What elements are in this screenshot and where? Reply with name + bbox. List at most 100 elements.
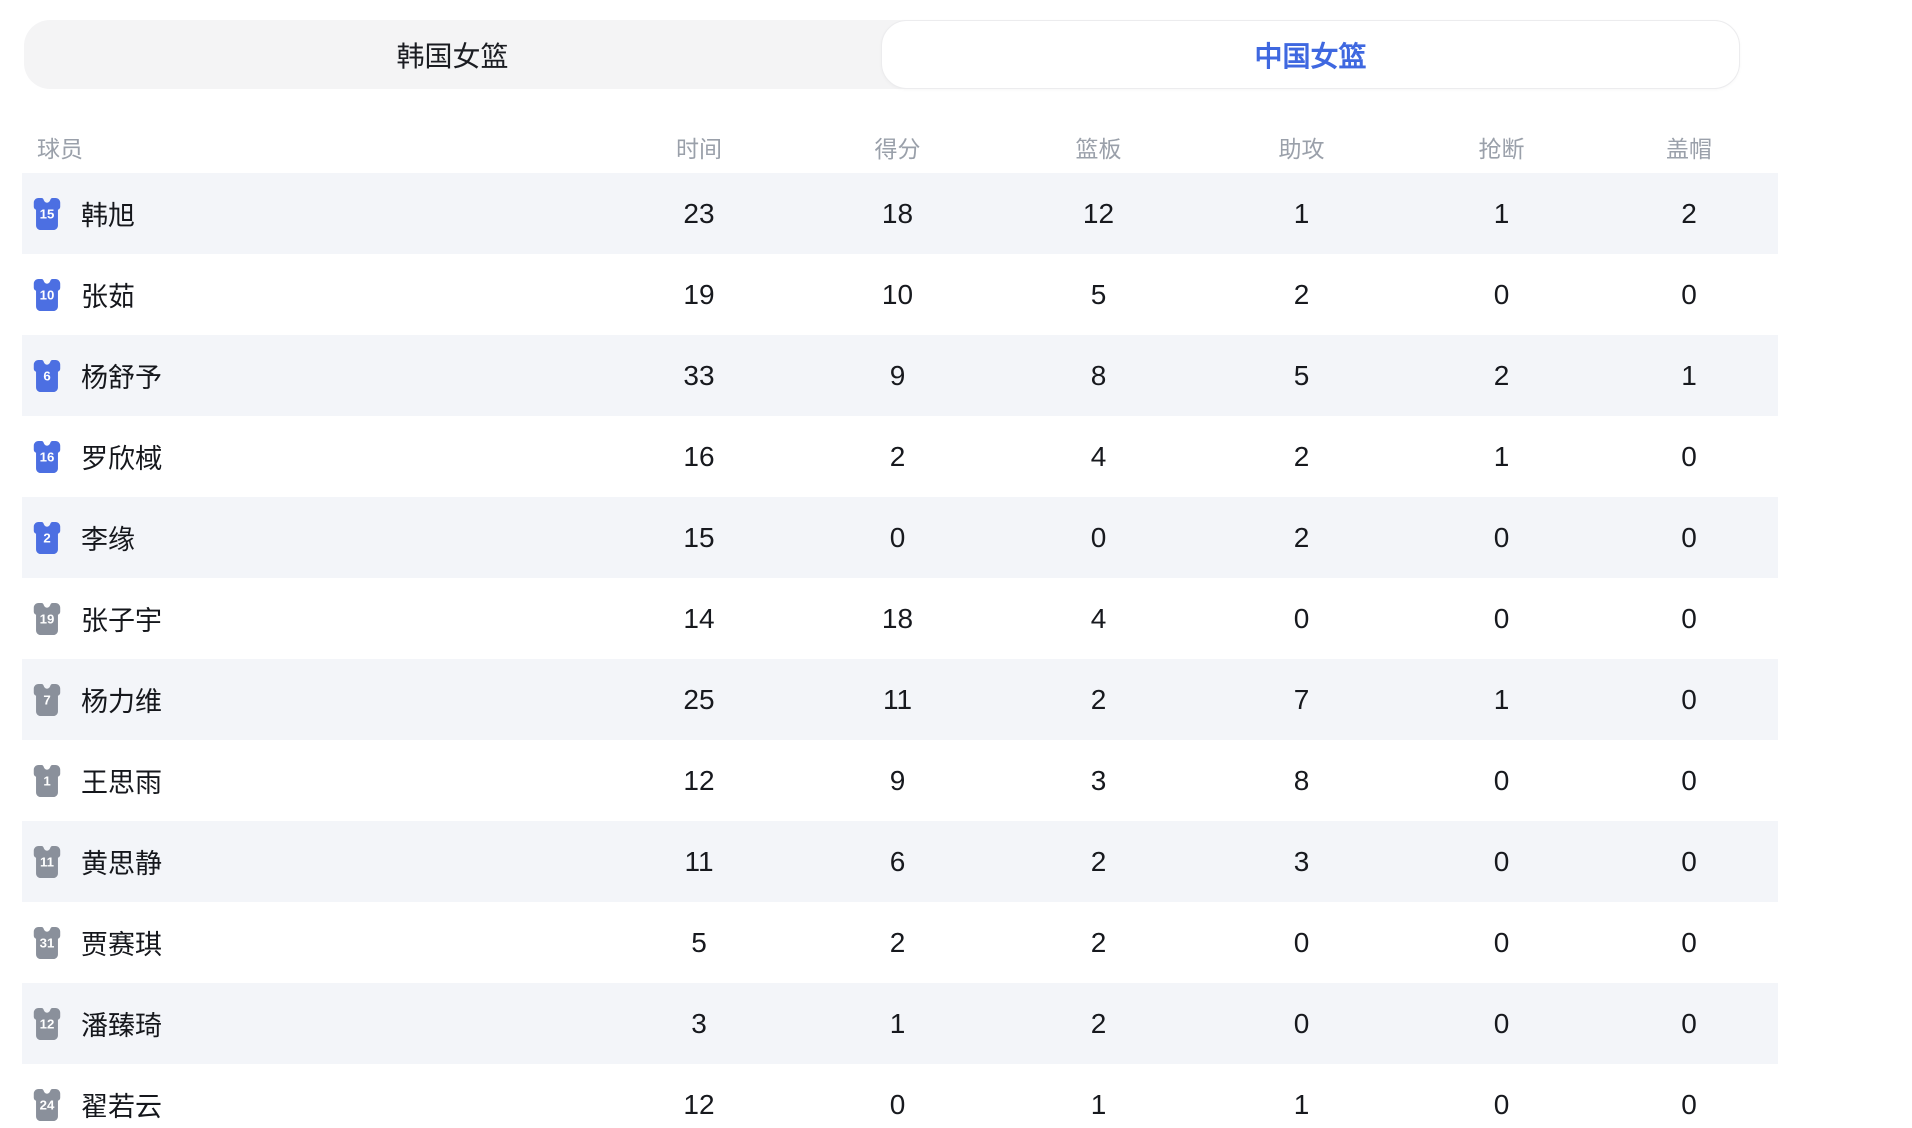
column-header-blocks: 盖帽	[1600, 130, 1778, 164]
stat-rebounds: 0	[997, 522, 1200, 554]
table-row[interactable]: 24 翟若云 12 0 1 1 0 0	[22, 1064, 1778, 1128]
stat-points: 1	[798, 1008, 997, 1040]
stat-rebounds: 4	[997, 603, 1200, 635]
svg-text:16: 16	[40, 449, 55, 464]
stat-points: 0	[798, 522, 997, 554]
stat-rebounds: 4	[997, 441, 1200, 473]
stat-assists: 2	[1200, 522, 1403, 554]
player-name: 韩旭	[81, 194, 135, 233]
stat-assists: 1	[1200, 1089, 1403, 1121]
stat-points: 10	[798, 279, 997, 311]
player-cell: 16 罗欣棫	[22, 437, 600, 476]
stat-steals: 1	[1403, 198, 1600, 230]
stat-assists: 7	[1200, 684, 1403, 716]
column-header-rebounds: 篮板	[997, 130, 1200, 164]
stat-rebounds: 2	[997, 684, 1200, 716]
jersey-number-badge-icon: 15	[30, 196, 64, 232]
stat-minutes: 19	[600, 279, 798, 311]
stat-steals: 0	[1403, 603, 1600, 635]
table-row[interactable]: 12 潘臻琦 3 1 2 0 0 0	[22, 983, 1778, 1064]
stat-points: 9	[798, 360, 997, 392]
stat-rebounds: 2	[997, 1008, 1200, 1040]
table-row[interactable]: 1 王思雨 12 9 3 8 0 0	[22, 740, 1778, 821]
player-name: 王思雨	[81, 761, 162, 800]
jersey-number-badge-icon: 12	[30, 1006, 64, 1042]
team-tab-switcher: 韩国女篮 中国女篮	[24, 20, 1740, 89]
table-row[interactable]: 6 杨舒予 33 9 8 5 2 1	[22, 335, 1778, 416]
stat-steals: 0	[1403, 1089, 1600, 1121]
stat-minutes: 14	[600, 603, 798, 635]
table-row[interactable]: 11 黄思静 11 6 2 3 0 0	[22, 821, 1778, 902]
table-row[interactable]: 10 张茹 19 10 5 2 0 0	[22, 254, 1778, 335]
stat-points: 2	[798, 927, 997, 959]
table-row[interactable]: 16 罗欣棫 16 2 4 2 1 0	[22, 416, 1778, 497]
tab-korea-women[interactable]: 韩国女篮	[24, 20, 881, 89]
stat-blocks: 0	[1600, 765, 1778, 797]
player-name: 杨舒予	[81, 356, 162, 395]
player-name: 杨力维	[81, 680, 162, 719]
player-cell: 31 贾赛琪	[22, 923, 600, 962]
stat-steals: 0	[1403, 522, 1600, 554]
stat-minutes: 33	[600, 360, 798, 392]
jersey-number-badge-icon: 2	[30, 520, 64, 556]
player-name: 罗欣棫	[81, 437, 162, 476]
stat-blocks: 0	[1600, 927, 1778, 959]
table-row[interactable]: 2 李缘 15 0 0 2 0 0	[22, 497, 1778, 578]
table-row[interactable]: 19 张子宇 14 18 4 0 0 0	[22, 578, 1778, 659]
player-cell: 12 潘臻琦	[22, 1004, 600, 1043]
tab-china-women[interactable]: 中国女篮	[881, 20, 1740, 89]
stat-minutes: 12	[600, 765, 798, 797]
svg-text:1: 1	[43, 773, 50, 788]
stat-minutes: 15	[600, 522, 798, 554]
jersey-number-badge-icon: 11	[30, 844, 64, 880]
svg-text:10: 10	[40, 287, 55, 302]
column-header-player: 球员	[22, 130, 600, 164]
jersey-number-badge-icon: 6	[30, 358, 64, 394]
stat-steals: 1	[1403, 684, 1600, 716]
stat-minutes: 12	[600, 1089, 798, 1121]
jersey-number-badge-icon: 19	[30, 601, 64, 637]
stat-blocks: 1	[1600, 360, 1778, 392]
stat-assists: 0	[1200, 927, 1403, 959]
svg-text:24: 24	[40, 1097, 55, 1112]
stat-minutes: 3	[600, 1008, 798, 1040]
player-name: 翟若云	[81, 1085, 162, 1124]
stat-blocks: 0	[1600, 846, 1778, 878]
stat-blocks: 0	[1600, 1008, 1778, 1040]
stat-rebounds: 2	[997, 846, 1200, 878]
table-row[interactable]: 7 杨力维 25 11 2 7 1 0	[22, 659, 1778, 740]
stat-blocks: 0	[1600, 522, 1778, 554]
player-cell: 15 韩旭	[22, 194, 600, 233]
player-cell: 10 张茹	[22, 275, 600, 314]
svg-text:15: 15	[40, 206, 55, 221]
stat-minutes: 25	[600, 684, 798, 716]
player-name: 张茹	[81, 275, 135, 314]
player-name: 贾赛琪	[81, 923, 162, 962]
player-name: 黄思静	[81, 842, 162, 881]
stat-rebounds: 3	[997, 765, 1200, 797]
jersey-number-badge-icon: 31	[30, 925, 64, 961]
box-score-page: 韩国女篮 中国女篮 球员 时间 得分 篮板 助攻 抢断 盖帽 15 韩旭 23 …	[0, 0, 1912, 1128]
svg-text:19: 19	[40, 611, 55, 626]
stat-rebounds: 1	[997, 1089, 1200, 1121]
stat-blocks: 0	[1600, 684, 1778, 716]
stat-points: 2	[798, 441, 997, 473]
stat-assists: 8	[1200, 765, 1403, 797]
table-row[interactable]: 31 贾赛琪 5 2 2 0 0 0	[22, 902, 1778, 983]
stat-steals: 2	[1403, 360, 1600, 392]
svg-text:7: 7	[43, 692, 50, 707]
stat-points: 0	[798, 1089, 997, 1121]
stat-blocks: 0	[1600, 603, 1778, 635]
jersey-number-badge-icon: 7	[30, 682, 64, 718]
stat-steals: 0	[1403, 846, 1600, 878]
stat-minutes: 5	[600, 927, 798, 959]
player-cell: 1 王思雨	[22, 761, 600, 800]
svg-text:6: 6	[43, 368, 50, 383]
stat-assists: 3	[1200, 846, 1403, 878]
stat-assists: 0	[1200, 1008, 1403, 1040]
stat-rebounds: 8	[997, 360, 1200, 392]
stat-blocks: 2	[1600, 198, 1778, 230]
stat-points: 18	[798, 603, 997, 635]
table-row[interactable]: 15 韩旭 23 18 12 1 1 2	[22, 173, 1778, 254]
player-cell: 11 黄思静	[22, 842, 600, 881]
